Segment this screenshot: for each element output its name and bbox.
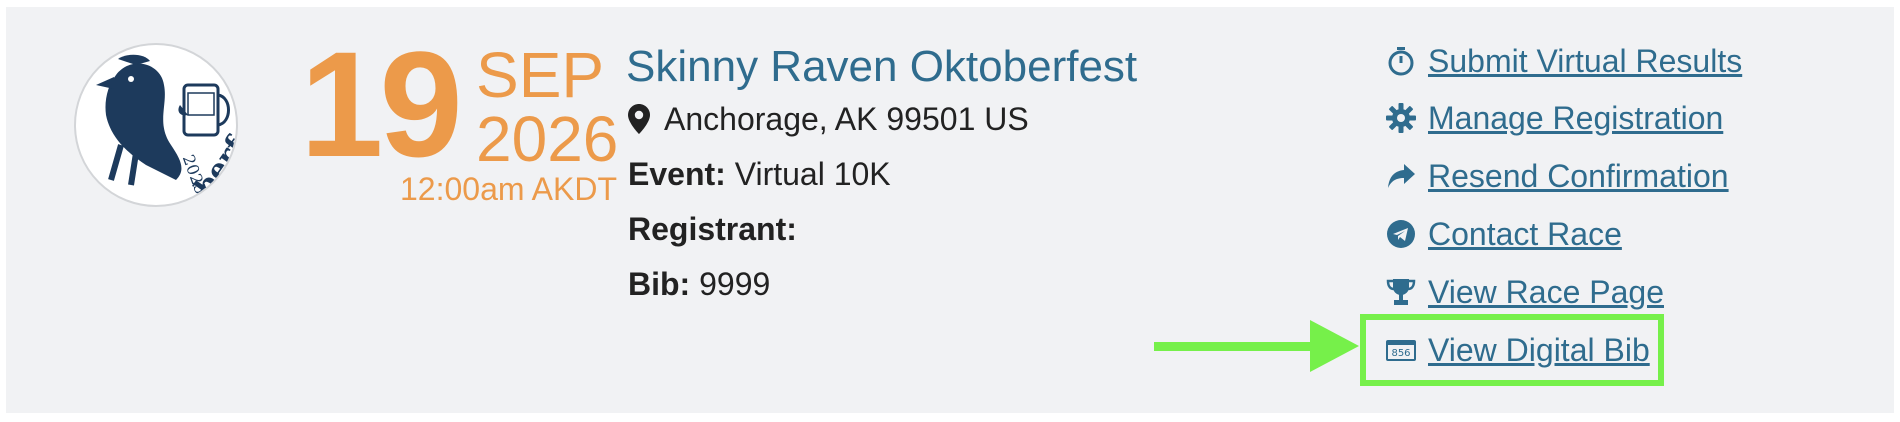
highlight-box: [1360, 314, 1664, 386]
telegram-icon: [1387, 220, 1415, 248]
contact-race-link[interactable]: Contact Race: [1386, 218, 1622, 250]
pointer-arrow-icon: [1154, 320, 1359, 372]
event-type-label: Event:: [628, 156, 726, 192]
contact-race-label: Contact Race: [1428, 216, 1622, 252]
bib-value: 9999: [699, 266, 771, 302]
stopwatch-icon: [1388, 47, 1414, 76]
race-logo: 2025 berfest: [74, 43, 238, 207]
gear-icon: [1386, 103, 1416, 133]
event-date-month: SEP: [476, 39, 605, 111]
event-location-text: Anchorage, AK 99501 US: [664, 101, 1029, 137]
map-marker-icon: [628, 104, 650, 134]
event-date-day: 19: [300, 20, 463, 188]
submit-virtual-results-link[interactable]: Submit Virtual Results: [1386, 45, 1742, 77]
event-location: Anchorage, AK 99501 US: [628, 103, 1029, 135]
event-date-time: 12:00am AKDT: [400, 171, 617, 207]
manage-registration-label: Manage Registration: [1428, 100, 1724, 136]
event-type-row: Event: Virtual 10K: [628, 158, 891, 190]
race-title-link[interactable]: Skinny Raven Oktoberfest: [626, 45, 1137, 89]
trophy-icon: [1386, 279, 1416, 305]
bib-label: Bib:: [628, 266, 691, 302]
share-arrow-icon: [1388, 164, 1415, 188]
view-race-page-label: View Race Page: [1428, 274, 1664, 310]
event-date-year: 2026: [476, 103, 619, 175]
manage-registration-link[interactable]: Manage Registration: [1386, 102, 1723, 134]
registrant-row: Registrant:: [628, 213, 797, 245]
submit-virtual-results-label: Submit Virtual Results: [1428, 43, 1743, 79]
raven-logo-icon: 2025 berfest: [96, 54, 236, 203]
registrant-label: Registrant:: [628, 211, 797, 247]
resend-confirmation-label: Resend Confirmation: [1428, 158, 1729, 194]
bib-row: Bib: 9999: [628, 268, 770, 300]
event-type-value: Virtual 10K: [734, 156, 891, 192]
resend-confirmation-link[interactable]: Resend Confirmation: [1386, 160, 1729, 192]
view-race-page-link[interactable]: View Race Page: [1386, 276, 1664, 308]
